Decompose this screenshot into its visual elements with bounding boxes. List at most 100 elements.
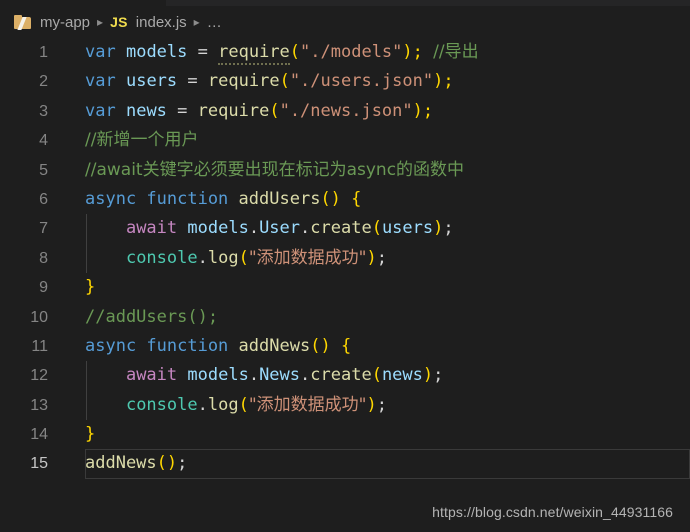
code-line[interactable]: 14 } (0, 420, 690, 449)
token-control: await (125, 218, 178, 239)
breadcrumb-overflow[interactable]: … (207, 14, 223, 31)
token-function: require (218, 42, 290, 65)
line-number: 1 (39, 44, 48, 61)
token-semicolon: ; (376, 394, 387, 415)
line-number: 6 (39, 190, 48, 208)
code-line[interactable]: 13 console.log("添加数据成功"); (0, 390, 690, 421)
line-content: //addUsers(); (85, 303, 218, 332)
line-content: await models.News.create(news); (125, 365, 444, 386)
line-number: 5 (39, 161, 48, 179)
line-number: 9 (39, 279, 48, 297)
line-number: 3 (39, 102, 48, 120)
token-operator: = (197, 42, 208, 62)
token-variable: users (125, 71, 178, 92)
code-line-current[interactable]: 15 addNews(); (0, 449, 690, 479)
token-comment: //addUsers(); (85, 306, 219, 327)
line-content: await models.User.create(users); (125, 218, 454, 239)
token-paren: () (320, 188, 341, 209)
chevron-right-icon: ▸ (97, 15, 104, 29)
chevron-right-icon-2: ▸ (193, 15, 200, 29)
code-line[interactable]: 3 var news = require("./news.json"); (0, 97, 690, 126)
token-class: console (125, 394, 198, 415)
token-property: News (259, 365, 301, 386)
breadcrumb[interactable]: my-app ▸ JS index.js ▸ … (0, 6, 690, 38)
token-argument: users (381, 218, 434, 239)
token-control: await (125, 365, 178, 386)
token-keyword: var (85, 42, 116, 62)
line-content: var news = require("./news.json"); (85, 97, 433, 126)
code-editor[interactable]: 1 var models = require("./models"); //导出… (0, 38, 690, 493)
code-line[interactable]: 7 await models.User.create(users); (0, 214, 690, 244)
token-paren: ( (269, 100, 280, 121)
token-paren: () (156, 453, 178, 474)
line-content: var users = require("./users.json"); (85, 67, 454, 96)
token-string: "添加数据成功" (248, 247, 367, 268)
code-line[interactable]: 12 await models.News.create(news); (0, 361, 690, 391)
token-operator: = (187, 71, 198, 92)
token-paren-close: ); (433, 71, 454, 92)
token-brace: { (351, 188, 362, 209)
line-number: 10 (30, 308, 48, 326)
token-string: "./news.json" (279, 100, 413, 121)
token-paren: ( (289, 42, 301, 62)
token-function: addNews (238, 335, 311, 356)
code-line[interactable]: 8 console.log("添加数据成功"); (0, 243, 690, 274)
line-number: 4 (39, 132, 48, 150)
token-paren: ( (279, 71, 290, 92)
token-property: User (259, 218, 301, 239)
line-content: async function addUsers() { (85, 185, 361, 214)
token-semicolon: ; (433, 365, 444, 386)
line-content: //新增一个用户 (85, 126, 198, 155)
line-number: 7 (39, 220, 48, 238)
token-brace: } (85, 424, 96, 445)
code-line[interactable]: 9 } (0, 273, 690, 302)
code-line[interactable]: 2 var users = require("./users.json"); (0, 67, 690, 96)
line-number: 13 (30, 396, 48, 414)
token-string: "./models" (300, 42, 403, 62)
breadcrumb-item-project[interactable]: my-app (40, 14, 90, 31)
vscode-editor-window: my-app ▸ JS index.js ▸ … 1 var models = … (0, 0, 690, 532)
line-number: 12 (30, 367, 48, 385)
token-function: require (197, 100, 270, 121)
token-object: models (187, 365, 249, 386)
line-number: 15 (30, 455, 48, 473)
token-brace: { (340, 335, 352, 356)
line-content: console.log("添加数据成功"); (125, 394, 387, 415)
line-content: } (85, 420, 95, 449)
token-variable: models (125, 42, 188, 62)
token-keyword: var (85, 71, 116, 92)
line-content: //await关键字必须要出现在标记为async的函数中 (85, 156, 464, 185)
line-content: var models = require("./models"); //导出 (85, 38, 479, 67)
token-brace: } (85, 277, 96, 298)
token-method: create (310, 365, 372, 386)
code-line[interactable]: 6 async function addUsers() { (0, 185, 690, 214)
line-number: 11 (31, 337, 48, 355)
token-paren-close: ); (402, 42, 423, 62)
line-number: 8 (39, 249, 48, 267)
token-semicolon: ; (443, 218, 454, 239)
token-keyword: var (85, 100, 116, 121)
code-line[interactable]: 10 //addUsers(); (0, 303, 690, 332)
token-method: log (207, 394, 239, 415)
js-file-icon: JS (110, 14, 128, 30)
token-method: create (310, 218, 372, 239)
breadcrumb-item-file[interactable]: index.js (136, 14, 187, 31)
line-number: 14 (30, 426, 48, 444)
code-line[interactable]: 1 var models = require("./models"); //导出 (0, 38, 690, 67)
code-line[interactable]: 5 //await关键字必须要出现在标记为async的函数中 (0, 156, 690, 185)
token-string: "./users.json" (289, 71, 434, 92)
line-number: 2 (39, 73, 48, 91)
token-keyword: async function (85, 188, 229, 209)
line-content: console.log("添加数据成功"); (125, 247, 387, 268)
code-line[interactable]: 11 async function addNews() { (0, 332, 690, 361)
line-content: addNews(); (85, 449, 187, 478)
token-class: console (125, 247, 198, 268)
watermark-url: https://blog.csdn.net/weixin_44931166 (432, 504, 673, 520)
token-comment: //await关键字必须要出现在标记为async的函数中 (85, 159, 465, 180)
token-keyword: async function (85, 335, 229, 356)
token-argument: news (381, 365, 423, 386)
line-content: } (85, 273, 95, 302)
code-line[interactable]: 4 //新增一个用户 (0, 126, 690, 155)
line-content: async function addNews() { (85, 332, 351, 361)
token-semicolon: ; (376, 247, 387, 268)
